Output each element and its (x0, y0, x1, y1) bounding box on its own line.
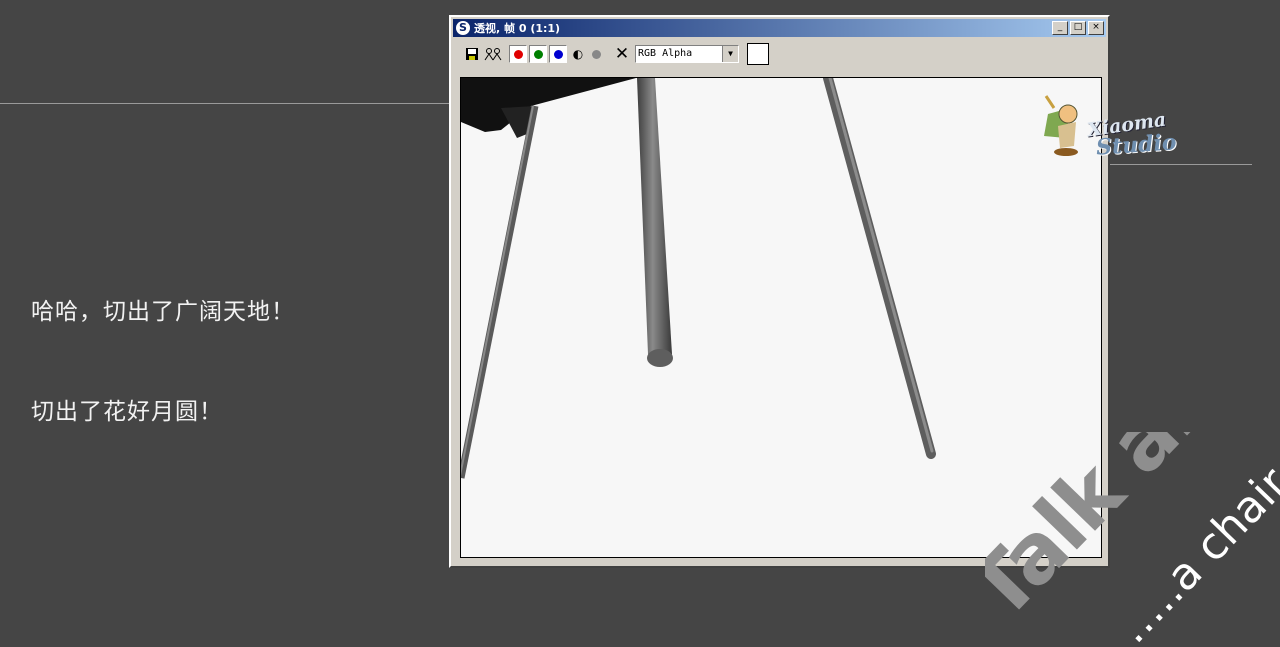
render-viewport (460, 77, 1102, 558)
channel-select[interactable]: RGB Alpha ▼ (635, 45, 739, 63)
app-icon[interactable]: S (456, 21, 470, 35)
watermark-sub-text: …..a chair (1107, 458, 1280, 647)
red-channel-button[interactable] (509, 45, 527, 63)
chevron-down-icon[interactable]: ▼ (722, 46, 738, 62)
save-icon[interactable] (463, 44, 481, 64)
logo-text-studio: Studio (1095, 129, 1178, 161)
minimize-button[interactable]: _ (1052, 21, 1068, 35)
clear-icon[interactable]: ✕ (609, 44, 635, 64)
title-bar[interactable]: S 透视, 帧 0 (1:1) _ □ × (453, 19, 1106, 37)
studio-logo: Xiaoma Studio (1040, 92, 1178, 162)
green-channel-button[interactable] (529, 45, 547, 63)
close-button[interactable]: × (1088, 21, 1104, 35)
caption-2: 切出了花好月圆！ (31, 399, 223, 425)
channel-select-value: RGB Alpha (638, 48, 693, 59)
mascot-logo-icon (1044, 95, 1078, 156)
render-frame-window: S 透视, 帧 0 (1:1) _ □ × ◐ ✕ RGB Alpha ▼ (449, 15, 1110, 568)
blue-channel-button[interactable] (549, 45, 567, 63)
mono-channel-icon[interactable]: ◐ (569, 44, 587, 64)
caption-1: 哈哈，切出了广阔天地！ (31, 299, 295, 325)
color-swatch[interactable] (747, 43, 769, 65)
render-toolbar: ◐ ✕ RGB Alpha ▼ (453, 39, 1106, 69)
window-title: 透视, 帧 0 (1:1) (474, 22, 561, 35)
maximize-button[interactable]: □ (1070, 21, 1086, 35)
alpha-channel-icon[interactable] (587, 44, 605, 64)
chair-render (461, 78, 936, 479)
clone-icon[interactable] (483, 44, 503, 64)
